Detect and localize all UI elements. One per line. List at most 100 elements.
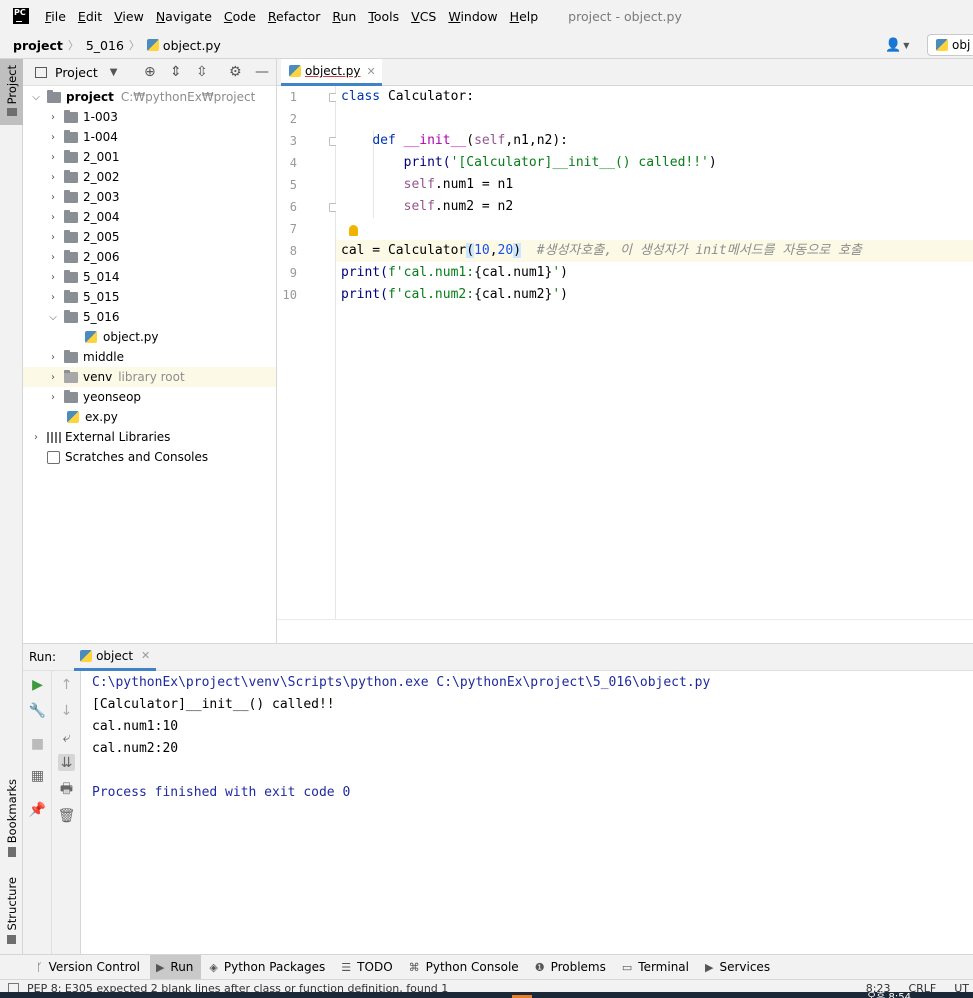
chevron-right-icon[interactable]: › [46,352,60,363]
run-console-output[interactable]: C:\pythonEx\project\venv\Scripts\python.… [81,671,973,954]
arrow-up-icon[interactable]: ↑ [58,676,75,693]
tree-folder-venv[interactable]: › venv library root [23,367,276,387]
tree-folder-5-015[interactable]: › 5_015 [23,287,276,307]
folder-icon [64,109,78,123]
tree-file-ex-py[interactable]: ex.py [23,407,276,427]
breadcrumb-folder[interactable]: 5_016 [86,38,124,53]
chevron-right-icon[interactable]: › [46,272,60,283]
tool-python-console[interactable]: ⌘ Python Console [403,955,527,980]
menu-file[interactable]: File [45,9,66,24]
menu-help[interactable]: Help [510,9,539,24]
tree-folder-middle[interactable]: › middle [23,347,276,367]
run-panel-header: Run: object ✕ [23,643,973,671]
tree-folder-1-003[interactable]: › 1-003 [23,107,276,127]
code-line-10: print(f'cal.num2:{cal.num2}') [341,287,568,302]
hide-panel-icon[interactable]: — [255,64,269,80]
chevron-right-icon[interactable]: › [46,372,60,383]
tool-python-packages[interactable]: ◈ Python Packages [203,955,333,980]
chevron-down-icon[interactable]: ▼ [110,67,118,78]
tree-folder-2-002[interactable]: › 2_002 [23,167,276,187]
tree-external-libraries[interactable]: › External Libraries [23,427,276,447]
tool-todo[interactable]: ☰ TODO [335,955,400,980]
expand-all-icon[interactable]: ⇕ [170,64,182,80]
wrench-icon[interactable]: 🔧 [29,702,46,719]
chevron-right-icon[interactable]: › [46,132,60,143]
close-icon[interactable]: ✕ [141,649,150,662]
chevron-right-icon[interactable]: › [46,192,60,203]
editor-horizontal-scroll-area[interactable] [277,619,973,643]
menu-edit[interactable]: Edit [78,9,102,24]
tree-root-project[interactable]: ⌵ project C:₩pythonEx₩project [23,87,276,107]
breadcrumb-file[interactable]: object.py [163,38,221,53]
tool-label: Python Packages [223,960,326,974]
folder-icon [64,349,78,363]
folder-icon [64,249,78,263]
gear-icon[interactable]: ⚙ [229,64,242,80]
user-account-icon[interactable]: 👤 ▼ [885,36,911,54]
tree-folder-5-016[interactable]: ⌵ 5_016 [23,307,276,327]
chevron-right-icon[interactable]: › [46,172,60,183]
tool-run[interactable]: ▶ Run [149,954,202,980]
menu-refactor[interactable]: Refactor [268,9,320,24]
tool-services[interactable]: ▶ Services [699,955,778,980]
project-view-selector[interactable]: Project [55,65,98,80]
soft-wrap-icon[interactable]: ⤶ [58,729,75,746]
run-tab-object[interactable]: object ✕ [74,643,157,671]
tree-folder-2-006[interactable]: › 2_006 [23,247,276,267]
line-number: 10 [282,288,297,302]
menu-code[interactable]: Code [224,9,256,24]
tool-version-control[interactable]: ᚴ Version Control [30,955,148,980]
pin-icon[interactable]: 📌 [29,801,46,818]
tree-folder-2-001[interactable]: › 2_001 [23,147,276,167]
layout-icon[interactable]: ▦ [29,767,46,784]
tree-folder-2-005[interactable]: › 2_005 [23,227,276,247]
breadcrumb-project[interactable]: project [13,38,63,53]
trash-icon[interactable]: 🗑 [58,807,76,824]
chevron-right-icon[interactable]: › [46,212,60,223]
stop-icon[interactable]: ■ [29,735,46,752]
packages-icon: ◈ [209,960,218,974]
editor-tab-object-py[interactable]: object.py ✕ [281,59,382,86]
chevron-right-icon[interactable]: › [46,392,60,403]
tree-file-object-py[interactable]: object.py [23,327,276,347]
chevron-right-icon[interactable]: › [29,432,43,443]
menu-navigate[interactable]: Navigate [156,9,212,24]
tree-folder-label: 2_006 [83,250,120,264]
arrow-down-icon[interactable]: ↓ [58,702,75,719]
locate-file-icon[interactable]: ⊕ [144,64,156,80]
tool-problems[interactable]: ❶ Problems [529,955,614,980]
menu-window[interactable]: Window [448,9,497,24]
tool-terminal[interactable]: ▭ Terminal [616,955,697,980]
chevron-right-icon[interactable]: › [46,292,60,303]
editor-tab-bar: object.py ✕ [277,59,973,86]
print-icon[interactable]: 🖶 [58,781,75,798]
chevron-right-icon[interactable]: › [46,252,60,263]
chevron-down-icon[interactable]: ⌵ [29,92,43,103]
lightbulb-icon[interactable] [349,225,358,236]
rerun-icon[interactable]: ▶ [29,676,46,693]
tree-folder-2-003[interactable]: › 2_003 [23,187,276,207]
chevron-right-icon[interactable]: › [46,152,60,163]
menu-tools[interactable]: Tools [368,9,399,24]
run-configuration-selector[interactable]: obj [927,34,973,56]
tree-folder-1-004[interactable]: › 1-004 [23,127,276,147]
scroll-to-end-icon[interactable]: ⇊ [58,754,75,771]
close-icon[interactable]: ✕ [367,65,376,78]
code-editor[interactable]: class Calculator: def __init__(self,n1,n… [336,86,973,619]
tree-folder-2-004[interactable]: › 2_004 [23,207,276,227]
tool-tab-structure[interactable]: Structure [0,877,23,944]
chevron-right-icon[interactable]: › [46,232,60,243]
console-line: C:\pythonEx\project\venv\Scripts\python.… [92,675,711,690]
editor-tab-label: object.py [305,64,361,78]
tree-folder-5-014[interactable]: › 5_014 [23,267,276,287]
tree-scratches[interactable]: Scratches and Consoles [23,447,276,467]
tree-folder-yeonseop[interactable]: › yeonseop [23,387,276,407]
menu-vcs[interactable]: VCS [411,9,436,24]
menu-run[interactable]: Run [332,9,356,24]
tool-tab-bookmarks[interactable]: Bookmarks [0,779,23,858]
collapse-all-icon[interactable]: ⇳ [196,64,208,80]
menu-view[interactable]: View [114,9,144,24]
tool-tab-project[interactable]: Project [0,59,23,125]
chevron-right-icon[interactable]: › [46,112,60,123]
chevron-down-icon[interactable]: ⌵ [46,312,60,323]
